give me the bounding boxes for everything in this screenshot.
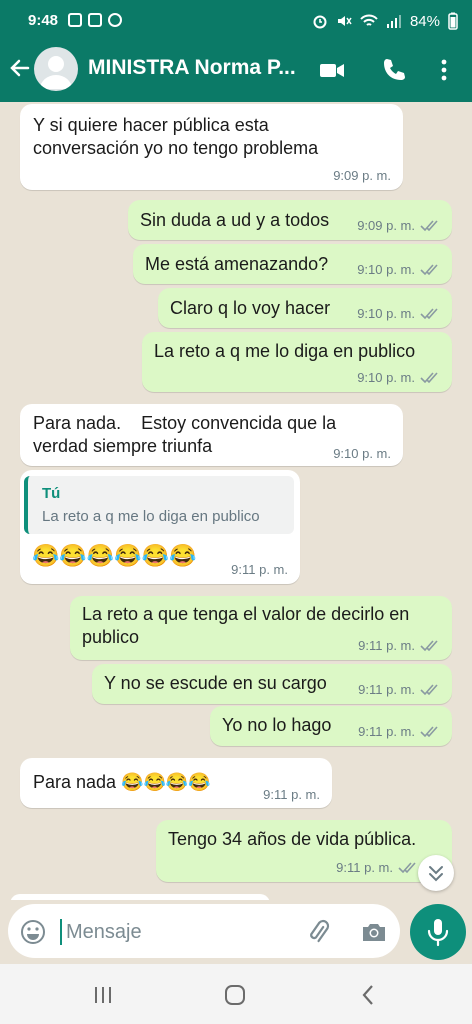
- composer-bar: Mensaje: [0, 900, 472, 964]
- sync-notification-icon: [108, 13, 122, 27]
- double-check-icon: [420, 683, 438, 695]
- double-check-icon: [420, 263, 438, 275]
- avatar[interactable]: [34, 47, 78, 91]
- message-time: 9:11 p. m.: [358, 682, 415, 697]
- alarm-icon: [313, 15, 327, 29]
- message-time: 9:09 p. m.: [357, 218, 415, 233]
- message-time: 9:11 p. m.: [231, 562, 288, 577]
- signal-icon: [386, 15, 401, 28]
- battery-icon: [448, 12, 458, 30]
- chat-area[interactable]: Y si quiere hacer pública esta conversac…: [0, 102, 472, 900]
- message-outgoing[interactable]: Tengo 34 años de vida pública. 9:11 p. m…: [156, 820, 452, 882]
- back-icon[interactable]: [356, 982, 382, 1008]
- message-input[interactable]: Mensaje: [8, 904, 400, 958]
- message-time: 9:11 p. m.: [336, 860, 393, 875]
- status-time: 9:48: [28, 12, 59, 29]
- message-text: Sin duda a ud y a todos: [140, 210, 330, 230]
- message-incoming[interactable]: Para nada 😂😂😂😂 9:11 p. m.: [20, 758, 332, 808]
- message-text: Tengo 34 años de vida pública.: [168, 829, 417, 849]
- message-text: Me está amenazando?: [145, 254, 329, 274]
- chevron-double-down-icon: [429, 866, 443, 882]
- battery-level: 84%: [409, 12, 440, 30]
- paperclip-icon[interactable]: [304, 918, 332, 946]
- gallery-notification-icon: [68, 13, 82, 27]
- mic-icon: [427, 919, 449, 947]
- message-outgoing[interactable]: Claro q lo voy hacer 9:10 p. m.: [158, 288, 452, 328]
- quoted-message[interactable]: Tú La reto a q me lo diga en publico: [24, 476, 294, 534]
- mic-button[interactable]: [410, 904, 466, 960]
- message-text: Y si quiere hacer pública esta conversac…: [33, 115, 319, 158]
- double-check-icon: [420, 219, 438, 231]
- message-incoming-reply[interactable]: Tú La reto a q me lo diga en publico 😂😂😂…: [20, 470, 300, 584]
- message-time: 9:09 p. m.: [333, 168, 391, 183]
- contact-name[interactable]: MINISTRA Norma P...: [88, 56, 303, 80]
- notification-icons: [68, 13, 122, 27]
- message-time: 9:11 p. m.: [358, 638, 415, 653]
- more-vert-icon[interactable]: [430, 56, 458, 84]
- message-time: 9:10 p. m.: [357, 370, 415, 385]
- emoji-icon[interactable]: [20, 919, 46, 945]
- message-outgoing[interactable]: Sin duda a ud y a todos 9:09 p. m.: [128, 200, 452, 240]
- app-notification-icon: [88, 13, 102, 27]
- double-check-icon: [420, 639, 438, 651]
- double-check-icon: [420, 371, 438, 383]
- message-time: 9:11 p. m.: [263, 787, 320, 802]
- arrow-left-icon[interactable]: [8, 56, 32, 80]
- text-caret: [60, 919, 62, 945]
- quote-author: Tú: [42, 485, 61, 502]
- home-icon[interactable]: [222, 982, 248, 1008]
- double-check-icon: [420, 307, 438, 319]
- system-nav-bar: [0, 964, 472, 1024]
- message-outgoing[interactable]: La reto a q me lo diga en publico 9:10 p…: [142, 332, 452, 392]
- message-outgoing[interactable]: La reto a que tenga el valor de decirlo …: [70, 596, 452, 660]
- video-call-icon[interactable]: [318, 56, 346, 84]
- chat-header: MINISTRA Norma P...: [0, 42, 472, 102]
- message-incoming[interactable]: Y si quiere hacer pública esta conversac…: [20, 104, 403, 190]
- message-text: 😂😂😂😂😂😂: [32, 543, 197, 568]
- double-check-icon: [398, 861, 416, 873]
- message-outgoing[interactable]: Me está amenazando? 9:10 p. m.: [133, 244, 452, 284]
- message-text: Para nada 😂😂😂😂: [33, 772, 211, 792]
- recent-apps-icon[interactable]: [90, 982, 116, 1008]
- message-outgoing[interactable]: Yo no lo hago 9:11 p. m.: [210, 706, 452, 746]
- scroll-to-bottom-button[interactable]: [418, 855, 454, 891]
- message-text: Para nada. Estoy convencida que la verda…: [33, 413, 342, 456]
- camera-icon[interactable]: [360, 918, 388, 946]
- double-check-icon: [420, 725, 438, 737]
- message-outgoing[interactable]: Y no se escude en su cargo 9:11 p. m.: [92, 664, 452, 704]
- phone-icon[interactable]: [380, 56, 408, 84]
- message-incoming[interactable]: Para nada. Estoy convencida que la verda…: [20, 404, 403, 466]
- status-right: 84%: [312, 12, 458, 30]
- message-text: Yo no lo hago: [222, 715, 332, 735]
- message-time: 9:11 p. m.: [358, 724, 415, 739]
- message-text: La reto a q me lo diga en publico: [154, 341, 416, 361]
- quote-text: La reto a q me lo diga en publico: [42, 508, 260, 525]
- message-text: Y no se escude en su cargo: [104, 673, 327, 693]
- message-time: 9:10 p. m.: [357, 262, 415, 277]
- message-time: 9:10 p. m.: [357, 306, 415, 321]
- message-text: Claro q lo voy hacer: [170, 298, 331, 318]
- message-time: 9:10 p. m.: [333, 446, 391, 461]
- mute-icon: [337, 16, 352, 26]
- status-bar: 9:48 84%: [0, 0, 472, 42]
- message-placeholder: Mensaje: [66, 921, 142, 943]
- wifi-icon: [360, 14, 378, 26]
